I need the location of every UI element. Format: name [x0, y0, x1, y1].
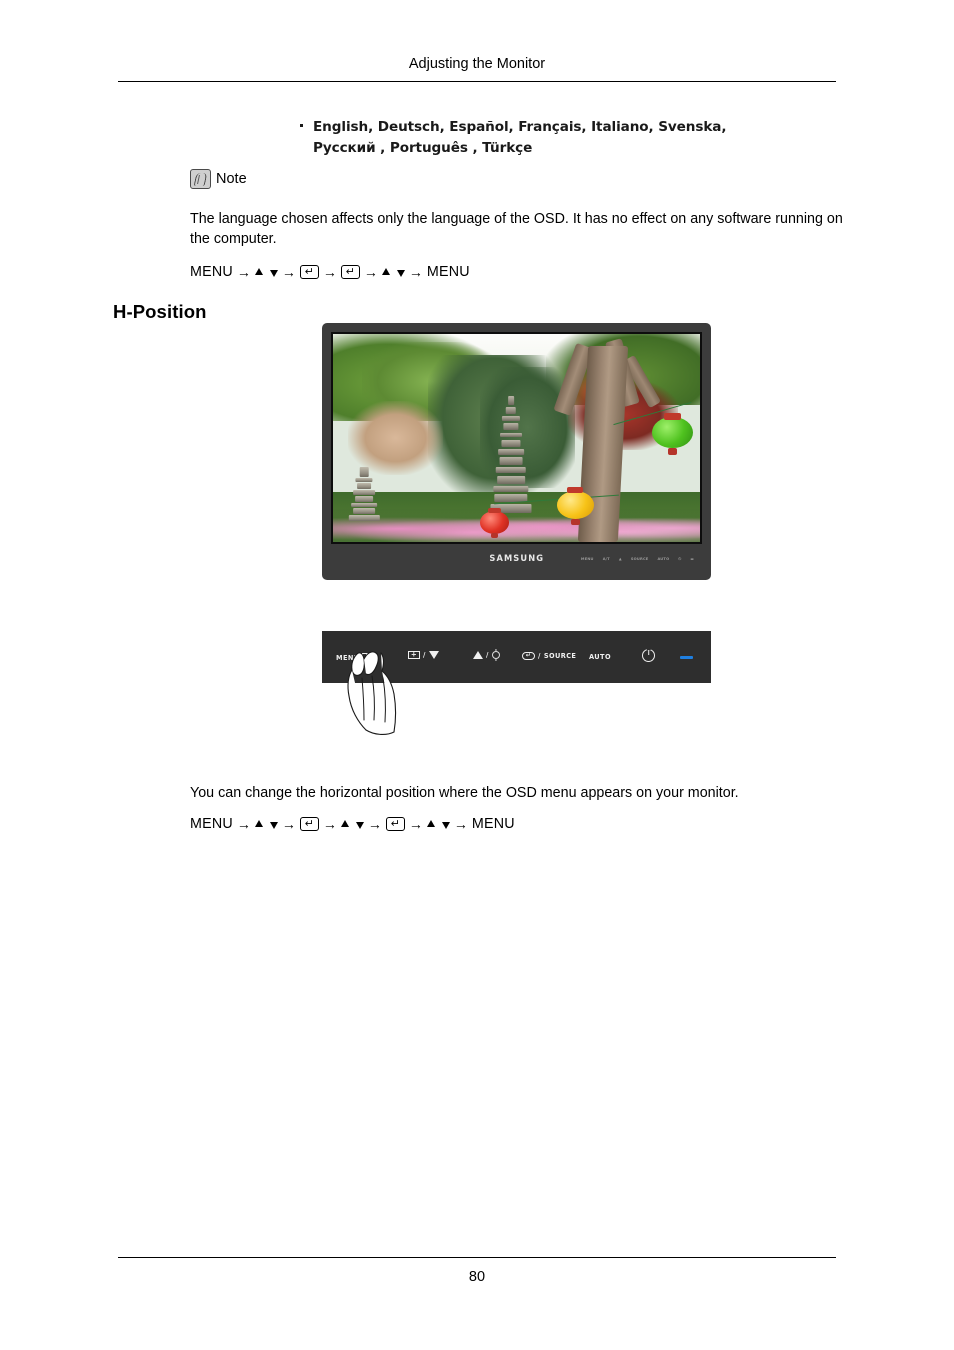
control-separator: / [538, 652, 541, 660]
menu-grid-icon [361, 653, 375, 662]
path-arrow-icon: → [408, 264, 423, 280]
bezel-control-icons: MENU A/T ▲ SOURCE AUTO ⏻ ▬ [581, 557, 694, 561]
path-arrow-icon: → [408, 816, 423, 832]
bezel-control-source[interactable]: SOURCE [631, 557, 649, 561]
page-header: Adjusting the Monitor [408, 56, 546, 72]
power-icon [642, 649, 655, 662]
triangle-up-icon [473, 651, 483, 659]
up-down-triangle-pair [254, 819, 278, 829]
bezel-control-up[interactable]: ▲ [619, 557, 622, 561]
page-number: 80 [468, 1269, 486, 1285]
path-arrow-icon: → [363, 264, 378, 280]
control-separator: / [423, 651, 426, 659]
bezel-control-power[interactable]: ⏻ [678, 557, 681, 561]
control-auto-button[interactable]: AUTO [589, 653, 611, 661]
enter-box-icon: ↵ [522, 652, 535, 660]
control-menu-label: MENU [336, 653, 360, 662]
triangle-up-icon [254, 819, 263, 827]
path-arrow-icon: → [453, 816, 468, 832]
note-text: The language chosen affects only the lan… [190, 211, 843, 247]
note-label: Note [216, 171, 247, 187]
led-indicator-icon [680, 656, 693, 660]
bullet-marker [300, 124, 303, 127]
control-power-button[interactable] [642, 649, 655, 662]
bezel-control-at[interactable]: A/T [603, 557, 610, 561]
control-source-label: SOURCE [543, 652, 577, 660]
lantern-yellow [556, 487, 594, 525]
control-source-button[interactable]: ↵ / SOURCE [522, 652, 576, 660]
path-arrow-icon: → [281, 816, 296, 832]
menu-path-end-label: MENU [426, 264, 470, 280]
triangle-down-icon [269, 269, 278, 277]
stone-pagoda-large [487, 396, 535, 513]
note-pencil-icon [190, 169, 211, 189]
language-list-line-2: Русский , Português , Türkçe [313, 140, 533, 156]
monitor-illustration: SAMSUNG MENU A/T ▲ SOURCE AUTO ⏻ ▬ [322, 323, 711, 580]
lantern-red [479, 507, 510, 539]
triangle-up-icon [254, 267, 263, 275]
header-divider-rule [118, 81, 836, 82]
monitor-screen [331, 332, 702, 544]
plus-box-icon [408, 651, 420, 659]
brightness-sun-icon [491, 651, 500, 659]
stone-pagoda-small [348, 467, 381, 522]
path-arrow-icon: → [281, 264, 296, 280]
page-title: H-Position [113, 301, 207, 322]
control-separator: / [486, 651, 489, 659]
path-arrow-icon: → [236, 816, 251, 832]
note-header: Note [190, 169, 247, 189]
bezel-control-auto[interactable]: AUTO [657, 557, 669, 561]
control-panel-closeup: MENU / / ↵ / SOURCE AUTO [322, 631, 711, 683]
language-list-line-1: English, Deutsch, Español, Français, Ita… [313, 119, 727, 135]
up-down-triangle-pair [254, 267, 278, 277]
control-brightness-down-button[interactable]: / [408, 651, 439, 659]
control-led-indicator [680, 656, 693, 660]
menu-navigation-path-2: MENU → → ↵ → → ↵ → → MENU [190, 816, 515, 832]
menu-path-start-label: MENU [190, 816, 233, 832]
control-brightness-up-button[interactable]: / [473, 651, 500, 659]
control-menu-button[interactable]: MENU [336, 653, 375, 662]
lantern-green [652, 412, 693, 455]
monitor-bottom-bezel: SAMSUNG MENU A/T ▲ SOURCE AUTO ⏻ ▬ [331, 544, 702, 574]
bezel-control-led: ▬ [690, 557, 694, 561]
enter-key-icon: ↵ [299, 817, 319, 831]
samsung-brand-logo: SAMSUNG [489, 554, 544, 564]
triangle-down-icon [428, 651, 439, 659]
triangle-down-icon [396, 269, 405, 277]
path-arrow-icon: → [322, 816, 337, 832]
control-auto-label: AUTO [589, 653, 611, 661]
triangle-down-icon [441, 821, 450, 829]
screen-photo-garden [333, 334, 700, 542]
bezel-control-menu[interactable]: MENU [581, 557, 594, 561]
triangle-down-icon [355, 821, 364, 829]
enter-key-icon: ↵ [340, 265, 360, 279]
up-down-triangle-pair [340, 819, 364, 829]
menu-path-end-label: MENU [471, 816, 515, 832]
up-down-triangle-pair [381, 267, 405, 277]
up-down-triangle-pair [426, 819, 450, 829]
section-description: You can change the horizontal position w… [190, 785, 739, 801]
enter-key-icon: ↵ [385, 817, 405, 831]
path-arrow-icon: → [367, 816, 382, 832]
triangle-up-icon [426, 819, 435, 827]
enter-key-icon: ↵ [299, 265, 319, 279]
path-arrow-icon: → [322, 264, 337, 280]
triangle-down-icon [269, 821, 278, 829]
menu-navigation-path-1: MENU → → ↵ → ↵ → → MENU [190, 264, 470, 280]
triangle-up-icon [340, 819, 349, 827]
path-arrow-icon: → [236, 264, 251, 280]
language-list: English, Deutsch, Español, Français, Ita… [300, 117, 860, 159]
footer-divider-rule [118, 1257, 836, 1258]
menu-path-start-label: MENU [190, 264, 233, 280]
triangle-up-icon [381, 267, 390, 275]
